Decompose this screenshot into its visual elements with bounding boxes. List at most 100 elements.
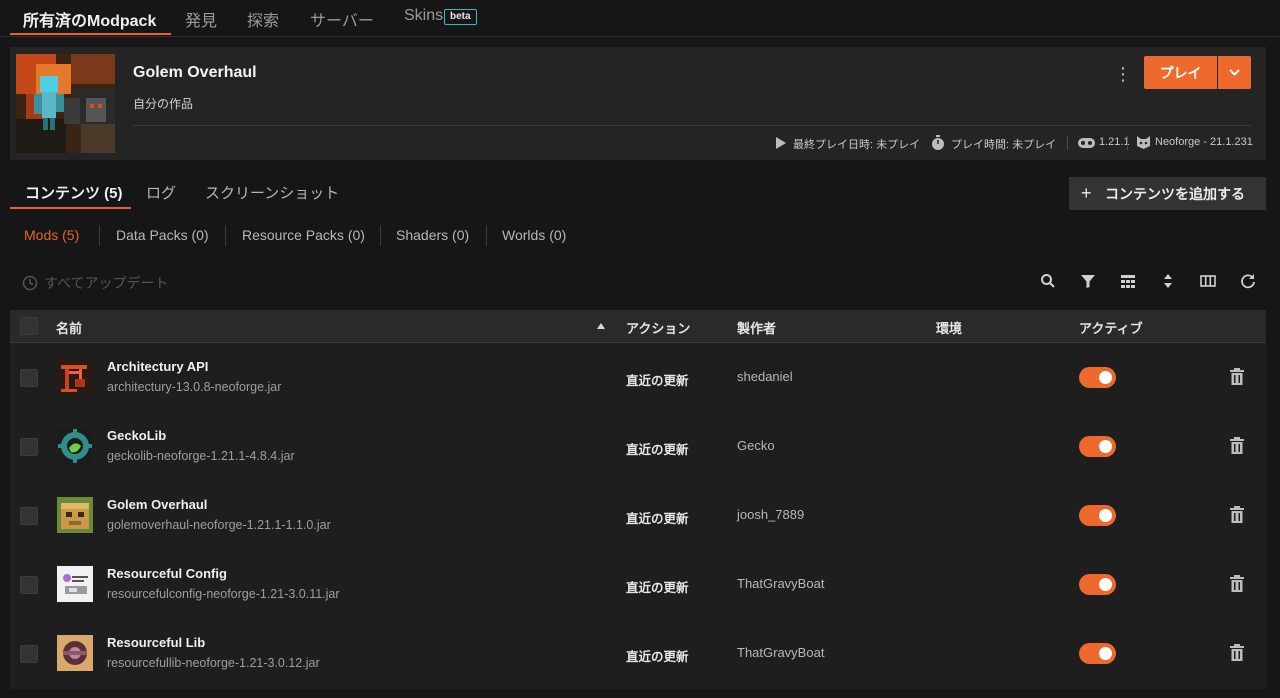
- mod-name: Architectury API: [107, 359, 209, 374]
- mod-action[interactable]: 直近の更新: [626, 508, 689, 527]
- table-row: Resourceful Config resourcefulconfig-neo…: [10, 550, 1266, 619]
- card-divider: [133, 125, 1251, 126]
- play-button[interactable]: プレイ: [1144, 56, 1217, 89]
- golem-overhaul-icon: [57, 497, 93, 533]
- column-name[interactable]: 名前: [56, 318, 82, 337]
- column-action[interactable]: アクション: [626, 318, 690, 337]
- update-all-button[interactable]: すべてアップデート: [22, 273, 168, 293]
- table-row: Golem Overhaul golemoverhaul-neoforge-1.…: [10, 481, 1266, 550]
- filter-separator: [225, 225, 226, 246]
- search-icon[interactable]: [1039, 272, 1057, 290]
- play-triangle-icon: [776, 137, 786, 149]
- mod-author[interactable]: ThatGravyBoat: [737, 645, 824, 660]
- filter-mods[interactable]: Mods (5): [24, 227, 79, 243]
- tab-contents[interactable]: コンテンツ (5): [25, 182, 123, 203]
- trash-icon[interactable]: [1229, 368, 1245, 386]
- refresh-icon[interactable]: [1239, 272, 1257, 290]
- filter-data-packs[interactable]: Data Packs (0): [116, 227, 209, 243]
- neoforge-cat-icon: [1137, 136, 1150, 149]
- filter-resource-packs[interactable]: Resource Packs (0): [242, 227, 365, 243]
- active-toggle[interactable]: [1079, 574, 1116, 595]
- top-nav: 所有済のModpack 発見 探索 サーバー Skins beta: [0, 0, 1280, 37]
- mod-name: GeckoLib: [107, 428, 167, 443]
- mod-author[interactable]: shedaniel: [737, 369, 793, 384]
- mod-file: resourcefullib-neoforge-1.21-3.0.12.jar: [107, 656, 320, 670]
- play-dropdown-button[interactable]: [1218, 56, 1251, 89]
- column-author[interactable]: 製作者: [737, 318, 776, 337]
- add-content-label: コンテンツを追加する: [1105, 185, 1245, 202]
- mods-table: Architectury API architectury-13.0.8-neo…: [10, 343, 1266, 689]
- modpack-thumbnail: [16, 54, 115, 153]
- trash-icon[interactable]: [1229, 644, 1245, 662]
- toggle-knob: [1099, 440, 1112, 453]
- meta-separator: [1127, 136, 1128, 150]
- toggle-knob: [1099, 371, 1112, 384]
- chevron-down-icon: [1229, 69, 1240, 76]
- select-all-checkbox[interactable]: [20, 317, 38, 335]
- trash-icon[interactable]: [1229, 575, 1245, 593]
- modpack-subtitle: 自分の作品: [133, 97, 194, 111]
- active-tab-indicator: [10, 33, 171, 35]
- tab-screenshots[interactable]: スクリーンショット: [205, 182, 339, 203]
- trash-icon[interactable]: [1229, 437, 1245, 455]
- mod-file: geckolib-neoforge-1.21.1-4.8.4.jar: [107, 449, 295, 463]
- minecraft-version: 1.21.1: [1099, 136, 1130, 148]
- more-options-icon[interactable]: ⋮: [1114, 62, 1132, 86]
- play-time: プレイ時間: 未プレイ: [951, 139, 1057, 151]
- plus-icon: +: [1081, 183, 1092, 203]
- sort-icon[interactable]: [1159, 272, 1177, 290]
- mod-author[interactable]: ThatGravyBoat: [737, 576, 824, 591]
- row-checkbox[interactable]: [20, 645, 38, 663]
- filter-icon[interactable]: [1079, 272, 1097, 290]
- tab-explore[interactable]: 探索: [247, 7, 279, 31]
- geckolib-icon: [57, 428, 93, 464]
- mod-file: architectury-13.0.8-neoforge.jar: [107, 380, 282, 394]
- architectury-api-icon: [57, 359, 93, 395]
- modpack-header-card: Golem Overhaul 自分の作品 ⋮ プレイ 最終プレイ日時: 未プレイ…: [10, 47, 1266, 160]
- stopwatch-icon: [932, 135, 944, 150]
- active-toggle[interactable]: [1079, 367, 1116, 388]
- table-row: GeckoLib geckolib-neoforge-1.21.1-4.8.4.…: [10, 412, 1266, 481]
- tab-logs[interactable]: ログ: [146, 182, 176, 203]
- columns-icon[interactable]: [1199, 272, 1217, 290]
- toggle-knob: [1099, 509, 1112, 522]
- row-checkbox[interactable]: [20, 507, 38, 525]
- filter-separator: [99, 225, 100, 246]
- mod-name: Golem Overhaul: [107, 497, 208, 512]
- filter-worlds[interactable]: Worlds (0): [502, 227, 566, 243]
- active-content-tab-indicator: [10, 207, 131, 209]
- resourceful-config-icon: [57, 566, 93, 602]
- mod-action[interactable]: 直近の更新: [626, 439, 689, 458]
- active-toggle[interactable]: [1079, 436, 1116, 457]
- active-toggle[interactable]: [1079, 505, 1116, 526]
- mod-action[interactable]: 直近の更新: [626, 646, 689, 665]
- row-checkbox[interactable]: [20, 576, 38, 594]
- tab-skins[interactable]: Skins: [404, 7, 443, 25]
- last-played: 最終プレイ日時: 未プレイ: [793, 139, 921, 151]
- column-active[interactable]: アクティブ: [1079, 318, 1143, 337]
- sort-ascending-icon[interactable]: [597, 323, 605, 329]
- mod-author[interactable]: joosh_7889: [737, 507, 804, 522]
- row-checkbox[interactable]: [20, 369, 38, 387]
- mod-action[interactable]: 直近の更新: [626, 577, 689, 596]
- trash-icon[interactable]: [1229, 506, 1245, 524]
- filter-separator: [380, 225, 381, 246]
- tab-installed-modpacks[interactable]: 所有済のModpack: [23, 7, 156, 31]
- row-checkbox[interactable]: [20, 438, 38, 456]
- density-icon[interactable]: [1119, 272, 1137, 290]
- tab-servers[interactable]: サーバー: [310, 7, 374, 31]
- column-environment[interactable]: 環境: [936, 318, 962, 337]
- tab-discover[interactable]: 発見: [185, 7, 217, 31]
- mod-action[interactable]: 直近の更新: [626, 370, 689, 389]
- active-toggle[interactable]: [1079, 643, 1116, 664]
- table-row: Architectury API architectury-13.0.8-neo…: [10, 343, 1266, 412]
- filter-shaders[interactable]: Shaders (0): [396, 227, 469, 243]
- add-content-button[interactable]: + コンテンツを追加する: [1069, 177, 1266, 210]
- clock-refresh-icon: [22, 275, 38, 291]
- toggle-knob: [1099, 647, 1112, 660]
- resourceful-lib-icon: [57, 635, 93, 671]
- mod-file: resourcefulconfig-neoforge-1.21-3.0.11.j…: [107, 587, 340, 601]
- filter-separator: [486, 225, 487, 246]
- mod-file: golemoverhaul-neoforge-1.21.1-1.1.0.jar: [107, 518, 331, 532]
- mod-author[interactable]: Gecko: [737, 438, 775, 453]
